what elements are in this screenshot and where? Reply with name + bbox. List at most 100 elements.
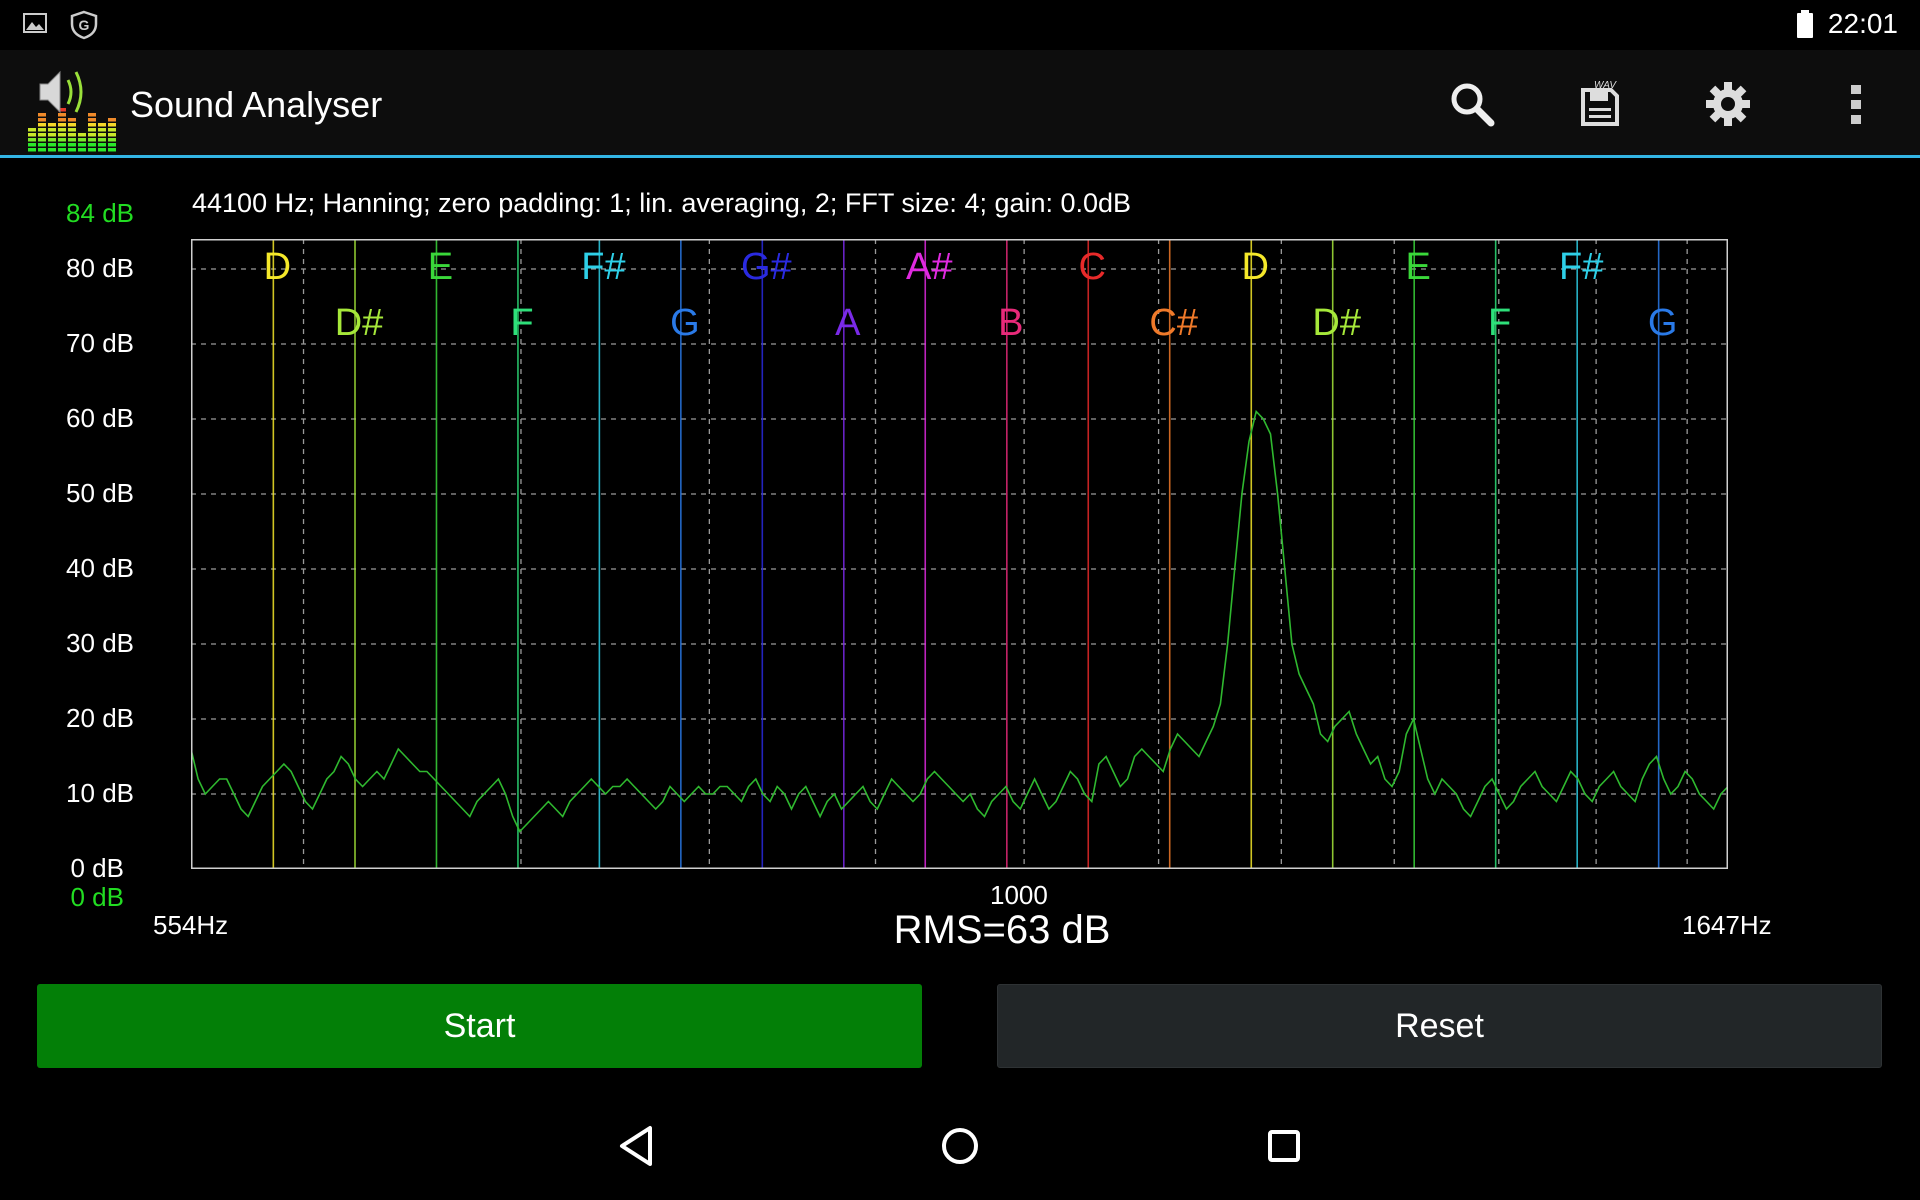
logo-bar-segment	[78, 148, 86, 152]
note-label: F#	[581, 246, 625, 288]
logo-bar-segment	[38, 138, 46, 142]
y-tick-label: 10 dB	[66, 778, 134, 808]
overflow-menu-icon	[1851, 85, 1861, 124]
logo-bar-segment	[108, 143, 116, 147]
logo-bar-segment	[78, 133, 86, 137]
logo-bar-segment	[38, 143, 46, 147]
logo-bar-segment	[98, 133, 106, 137]
logo-bar-segment	[48, 143, 56, 147]
logo-bar-segment	[108, 118, 116, 122]
image-notification-icon	[23, 13, 47, 33]
logo-bar-segment	[108, 128, 116, 132]
logo-bar-segment	[108, 138, 116, 142]
shield-g-icon: G	[70, 10, 98, 40]
status-bar: G 22:01	[0, 0, 1920, 50]
analysis-info-line: 44100 Hz; Hanning; zero padding: 1; lin.…	[192, 188, 1132, 218]
y-tick-label: 50 dB	[66, 478, 134, 508]
logo-bar-segment	[58, 123, 66, 127]
logo-bar-segment	[28, 138, 36, 142]
y-tick-label: 30 dB	[66, 628, 134, 658]
logo-bar-segment	[58, 128, 66, 132]
navigation-bar	[0, 1090, 1920, 1200]
spectrum-chart[interactable]: D D# E F F# G G# A A# B C C# D D# E F F# G	[191, 239, 1728, 869]
note-label: E	[428, 246, 453, 288]
y-tick-label: 60 dB	[66, 403, 134, 433]
logo-bar-segment	[48, 148, 56, 152]
logo-bar-segment	[98, 143, 106, 147]
settings-gear-icon	[1706, 82, 1750, 126]
start-button[interactable]: Start	[37, 984, 922, 1068]
logo-bar-segment	[98, 138, 106, 142]
logo-bar-segment	[28, 143, 36, 147]
logo-bar-segment	[88, 138, 96, 142]
app-title: Sound Analyser	[130, 84, 383, 125]
logo-bar-segment	[68, 133, 76, 137]
logo-bar-segment	[28, 148, 36, 152]
note-label: D	[1242, 246, 1269, 288]
note-label: B	[998, 302, 1023, 344]
logo-bar-segment	[38, 123, 46, 127]
settings-button[interactable]	[1700, 76, 1756, 132]
logo-bar-segment	[78, 138, 86, 142]
battery-icon	[1796, 10, 1813, 38]
note-label: E	[1405, 246, 1430, 288]
logo-bar-segment	[38, 128, 46, 132]
app-logo-icon	[28, 70, 116, 152]
home-icon	[942, 1128, 978, 1164]
rms-readout: RMS=63 dB	[0, 908, 1920, 953]
logo-bar-segment	[88, 148, 96, 152]
search-icon	[1451, 83, 1495, 127]
logo-bar-segment	[38, 148, 46, 152]
logo-bar-segment	[48, 133, 56, 137]
logo-bar-segment	[68, 128, 76, 132]
logo-bar-segment	[58, 113, 66, 117]
logo-bar-segment	[88, 143, 96, 147]
note-label: D#	[335, 302, 384, 344]
logo-bar-segment	[88, 128, 96, 132]
svg-text:G: G	[79, 17, 90, 33]
recents-button[interactable]	[1252, 1114, 1316, 1178]
home-button[interactable]	[928, 1114, 992, 1178]
logo-bar-segment	[108, 133, 116, 137]
logo-bar-segment	[98, 128, 106, 132]
clock: 22:01	[1827, 8, 1898, 39]
note-label: C#	[1149, 302, 1198, 344]
logo-bar-segment	[58, 138, 66, 142]
logo-bar-segment	[58, 133, 66, 137]
note-label: C	[1079, 246, 1106, 288]
logo-bar-segment	[108, 148, 116, 152]
logo-bar-segment	[68, 143, 76, 147]
y-max-label: 84 dB	[66, 198, 134, 228]
note-label: G	[1648, 302, 1678, 344]
x-tick-1000: 1000	[990, 880, 1048, 910]
note-label: A#	[906, 246, 952, 288]
spectrum-line	[191, 409, 1728, 833]
overflow-menu-button[interactable]	[1828, 76, 1884, 132]
note-label: D	[264, 246, 291, 288]
search-button[interactable]	[1444, 76, 1500, 132]
y-tick-label: 40 dB	[66, 553, 134, 583]
logo-bar-segment	[38, 133, 46, 137]
save-badge: WAV	[1594, 80, 1617, 91]
logo-bar-segment	[68, 118, 76, 122]
note-label: F	[510, 302, 533, 344]
logo-bar-segment	[48, 128, 56, 132]
rms-value: RMS=63 dB	[893, 908, 1111, 952]
logo-bar-segment	[108, 123, 116, 127]
logo-bar-segment	[58, 148, 66, 152]
action-bar-divider	[0, 155, 1920, 158]
logo-bar-segment	[68, 148, 76, 152]
reset-button[interactable]: Reset	[997, 984, 1882, 1068]
spectrum-panel: 44100 Hz; Hanning; zero padding: 1; lin.…	[0, 160, 1920, 990]
logo-bar-segment	[98, 148, 106, 152]
note-label: G	[670, 302, 700, 344]
logo-bar-segment	[48, 138, 56, 142]
back-button[interactable]	[604, 1114, 668, 1178]
logo-bar-segment	[88, 123, 96, 127]
logo-bar-segment	[98, 123, 106, 127]
save-wav-button[interactable]: WAV	[1572, 76, 1628, 132]
logo-bar-segment	[48, 123, 56, 127]
action-bar: Sound Analyser WAV	[0, 50, 1920, 158]
logo-bar-segment	[68, 138, 76, 142]
logo-bar-segment	[68, 123, 76, 127]
